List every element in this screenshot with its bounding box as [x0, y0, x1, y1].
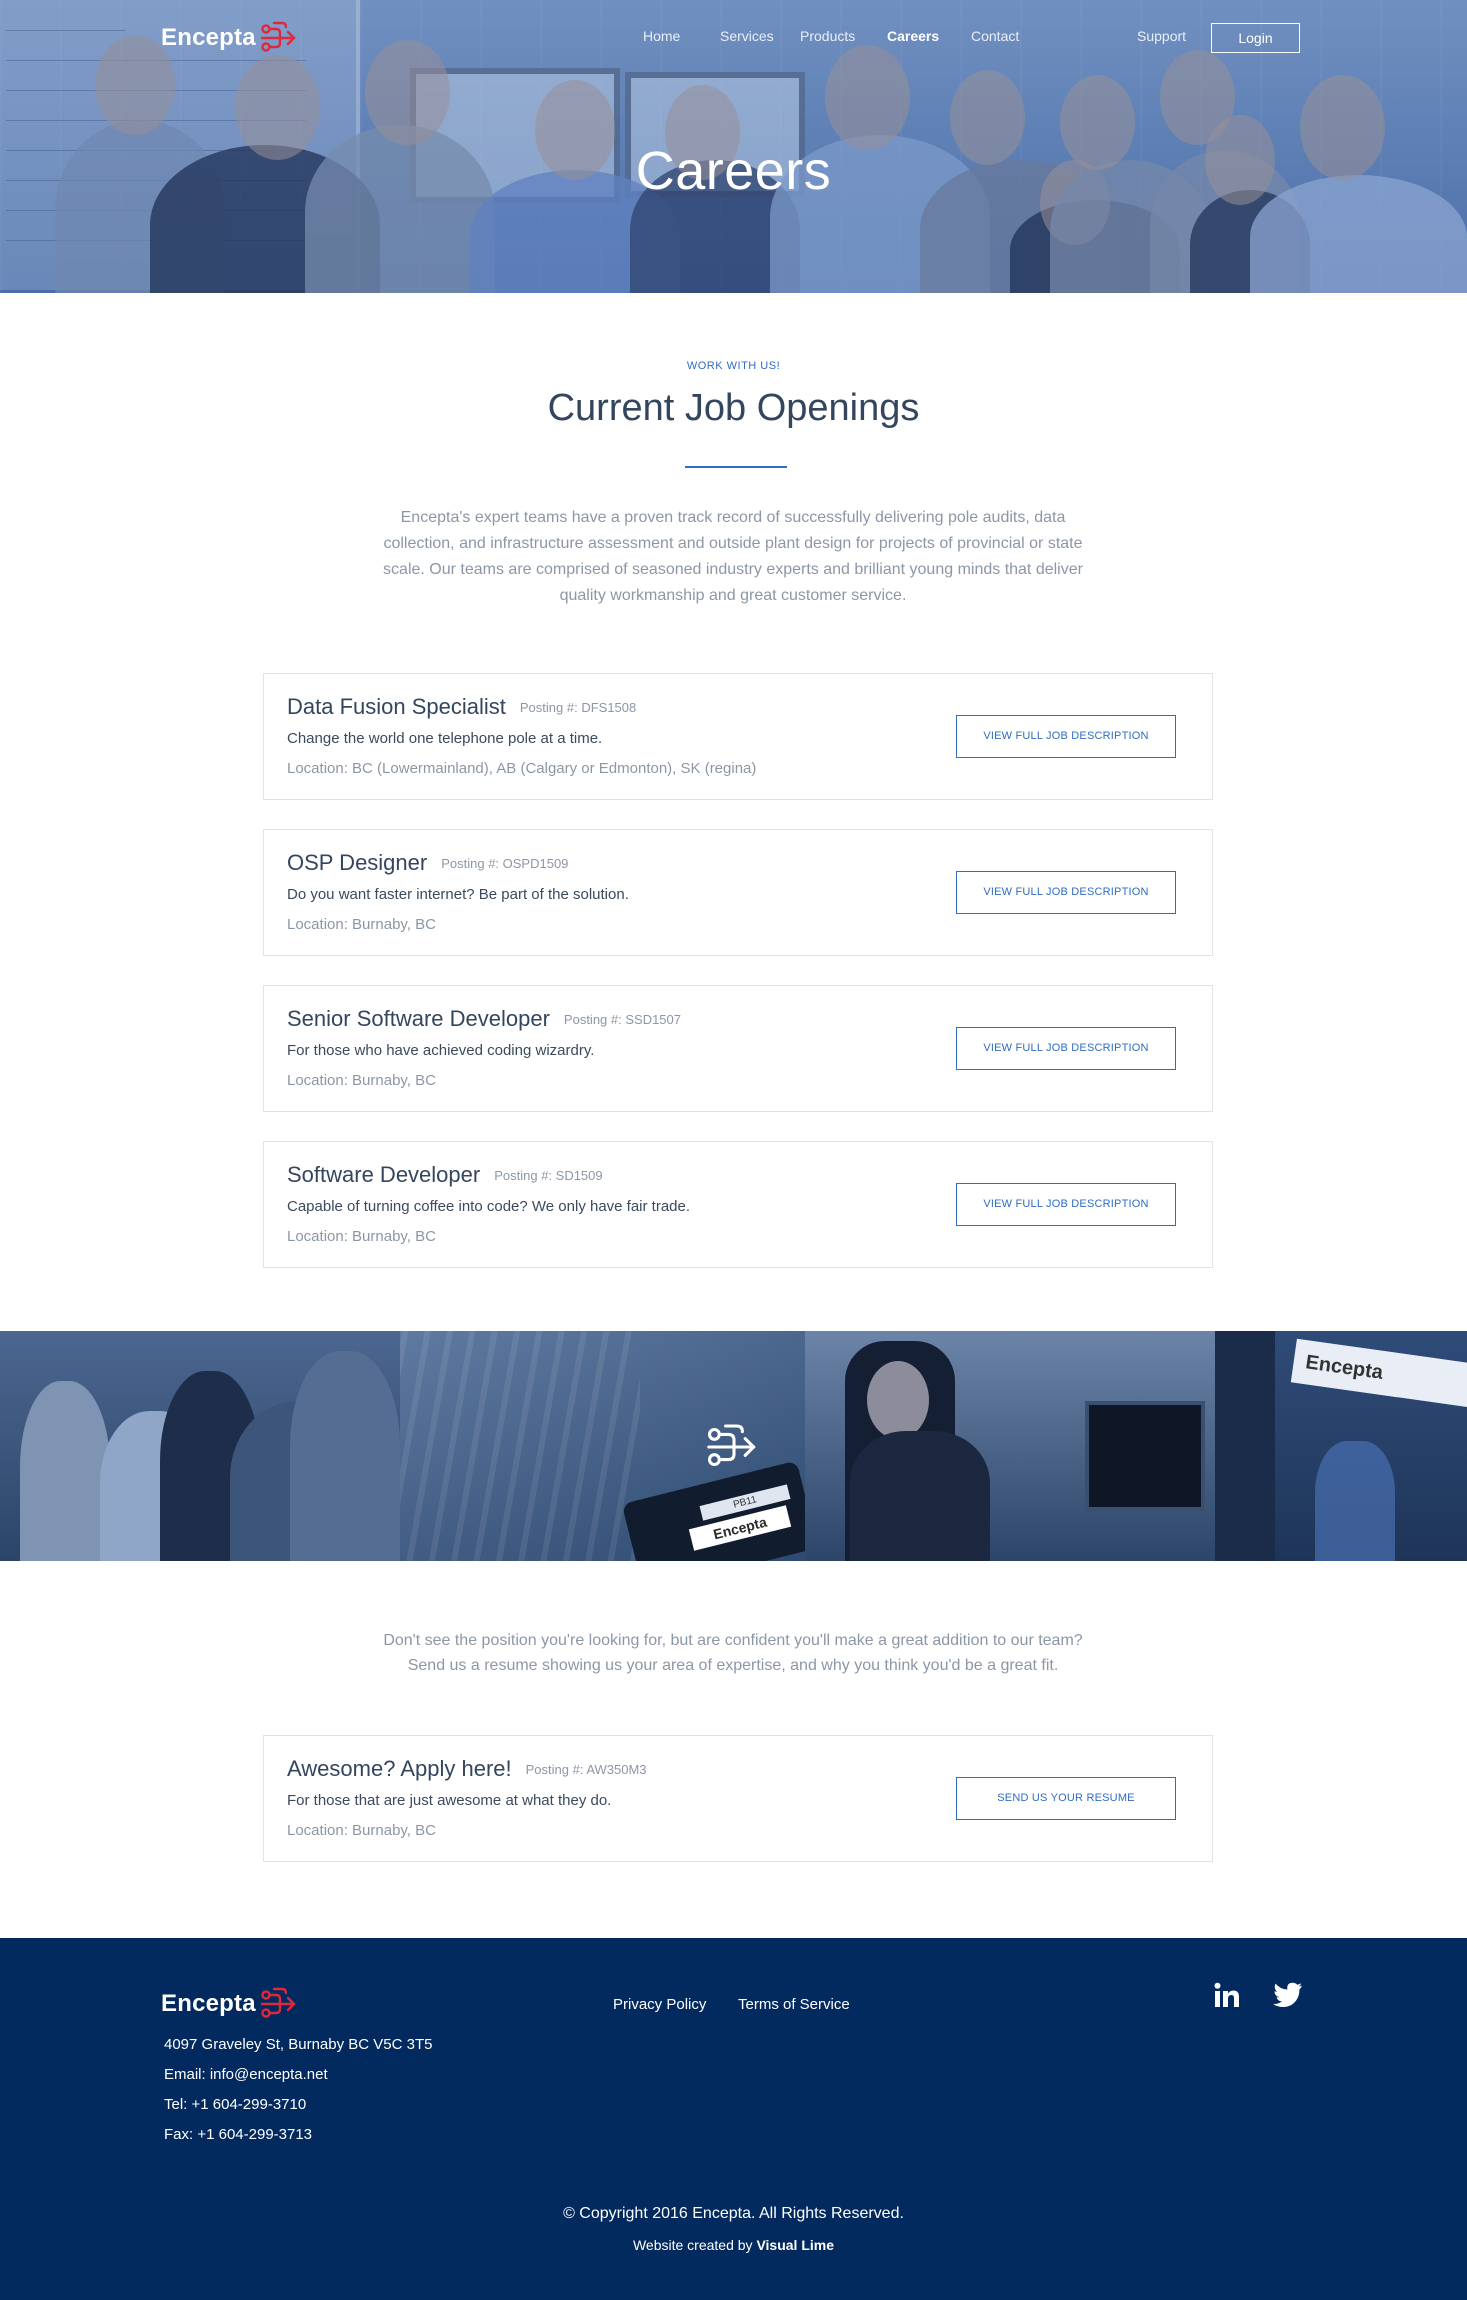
- nav-products[interactable]: Products: [800, 28, 855, 44]
- job-card: Senior Software Developer Posting #: SSD1…: [263, 985, 1213, 1112]
- job-title-line: Data Fusion Specialist Posting #: DFS1508: [287, 694, 636, 720]
- job-title-line: OSP Designer Posting #: OSPD1509: [287, 850, 568, 876]
- apply-intro-line-1: Don't see the position you're looking fo…: [383, 1632, 1083, 1649]
- job-location: Location: Burnaby, BC: [287, 916, 436, 933]
- strip-photo-team: [0, 1331, 400, 1561]
- privacy-policy-link[interactable]: Privacy Policy: [613, 1996, 706, 2013]
- job-title-line: Senior Software Developer Posting #: SSD1…: [287, 1006, 681, 1032]
- apply-tagline: For those that are just awesome at what …: [287, 1792, 612, 1809]
- footer-tel: Tel: +1 604-299-3710: [164, 2096, 307, 2113]
- nav-services[interactable]: Services: [720, 28, 774, 44]
- job-tagline: Capable of turning coffee into code? We …: [287, 1198, 691, 1215]
- footer-credit: Website created by Visual Lime: [0, 2237, 1467, 2253]
- job-posting-number: Posting #: DFS1508: [519, 700, 637, 715]
- site-footer: Encepta 4097 Graveley St, Burnaby BC V5C…: [0, 1938, 1467, 2300]
- footer-logo-network-icon: [260, 1987, 296, 2018]
- view-job-button[interactable]: VIEW FULL JOB DESCRIPTION: [956, 715, 1176, 758]
- view-job-button[interactable]: VIEW FULL JOB DESCRIPTION: [956, 1183, 1176, 1226]
- job-tagline: Change the world one telephone pole at a…: [287, 730, 603, 747]
- office-sign: Encepta: [1290, 1338, 1467, 1408]
- footer-address: 4097 Graveley St, Burnaby BC V5C 3T5: [164, 2036, 433, 2053]
- job-title: Data Fusion Specialist: [287, 694, 506, 719]
- job-title: Software Developer: [287, 1162, 481, 1187]
- job-posting-number: Posting #: OSPD1509: [441, 856, 569, 871]
- apply-intro-line-2: Send us a resume showing us your area of…: [407, 1657, 1059, 1674]
- photo-strip: PB11 Encepta Encepta: [0, 1331, 1467, 1561]
- job-location: Location: BC (Lowermainland), AB (Calgar…: [287, 760, 757, 777]
- strip-photo-developer: [805, 1331, 1215, 1561]
- section-title: Current Job Openings: [547, 387, 920, 429]
- strip-network-icon: [707, 1424, 756, 1467]
- job-tagline: Do you want faster internet? Be part of …: [287, 886, 629, 903]
- login-button[interactable]: Login: [1211, 23, 1300, 53]
- job-card: Software Developer Posting #: SD1509 Capa…: [263, 1141, 1213, 1268]
- apply-intro: Don't see the position you're looking fo…: [333, 1628, 1133, 1678]
- footer-copyright: © Copyright 2016 Encepta. All Rights Res…: [563, 2205, 904, 2222]
- job-title: Senior Software Developer: [287, 1006, 550, 1031]
- footer-logo-wordmark: Encepta: [161, 1990, 256, 2017]
- intro-paragraph: Encepta's expert teams have a proven tra…: [383, 509, 1083, 604]
- hero-banner: Encepta Home Services Products Careers C…: [0, 0, 1467, 293]
- job-card: OSP Designer Posting #: OSPD1509 Do you w…: [263, 829, 1213, 956]
- job-tagline: For those who have achieved coding wizar…: [287, 1042, 595, 1059]
- view-job-button[interactable]: VIEW FULL JOB DESCRIPTION: [956, 1027, 1176, 1070]
- section-eyebrow: WORK WITH US!: [686, 360, 781, 372]
- title-divider: [685, 466, 787, 468]
- job-location: Location: Burnaby, BC: [287, 1072, 436, 1089]
- nav-home[interactable]: Home: [643, 28, 680, 44]
- job-title: OSP Designer: [287, 850, 428, 875]
- nav-contact[interactable]: Contact: [971, 28, 1019, 44]
- page-title: Careers: [635, 141, 832, 201]
- apply-title: Awesome? Apply here!: [287, 1756, 512, 1781]
- twitter-icon[interactable]: [1273, 1982, 1303, 2008]
- apply-location: Location: Burnaby, BC: [287, 1822, 436, 1839]
- footer-logo[interactable]: Encepta: [161, 1986, 300, 2022]
- nav-support[interactable]: Support: [1137, 28, 1186, 44]
- footer-email[interactable]: Email: info@encepta.net: [164, 2066, 328, 2083]
- job-title-line: Software Developer Posting #: SD1509: [287, 1162, 603, 1188]
- job-posting-number: Posting #: SD1509: [494, 1168, 603, 1183]
- footer-credit-link[interactable]: Visual Lime: [756, 2237, 834, 2253]
- apply-card: Awesome? Apply here! Posting #: AW350M3 F…: [263, 1735, 1213, 1862]
- footer-fax: Fax: +1 604-299-3713: [164, 2126, 313, 2143]
- job-location: Location: Burnaby, BC: [287, 1228, 436, 1245]
- job-posting-number: Posting #: SSD1507: [563, 1012, 681, 1027]
- view-job-button[interactable]: VIEW FULL JOB DESCRIPTION: [956, 871, 1176, 914]
- strip-photo-sign: Encepta: [1215, 1331, 1467, 1561]
- nav-careers[interactable]: Careers: [887, 28, 939, 44]
- apply-posting-number: Posting #: AW350M3: [525, 1762, 647, 1777]
- apply-title-line: Awesome? Apply here! Posting #: AW350M3: [287, 1756, 647, 1782]
- terms-of-service-link[interactable]: Terms of Service: [738, 1996, 850, 2013]
- footer-credit-prefix: Website created by: [632, 2237, 753, 2253]
- linkedin-icon[interactable]: [1214, 1982, 1240, 2008]
- send-resume-button[interactable]: SEND US YOUR RESUME: [956, 1777, 1176, 1820]
- job-card: Data Fusion Specialist Posting #: DFS1508…: [263, 673, 1213, 800]
